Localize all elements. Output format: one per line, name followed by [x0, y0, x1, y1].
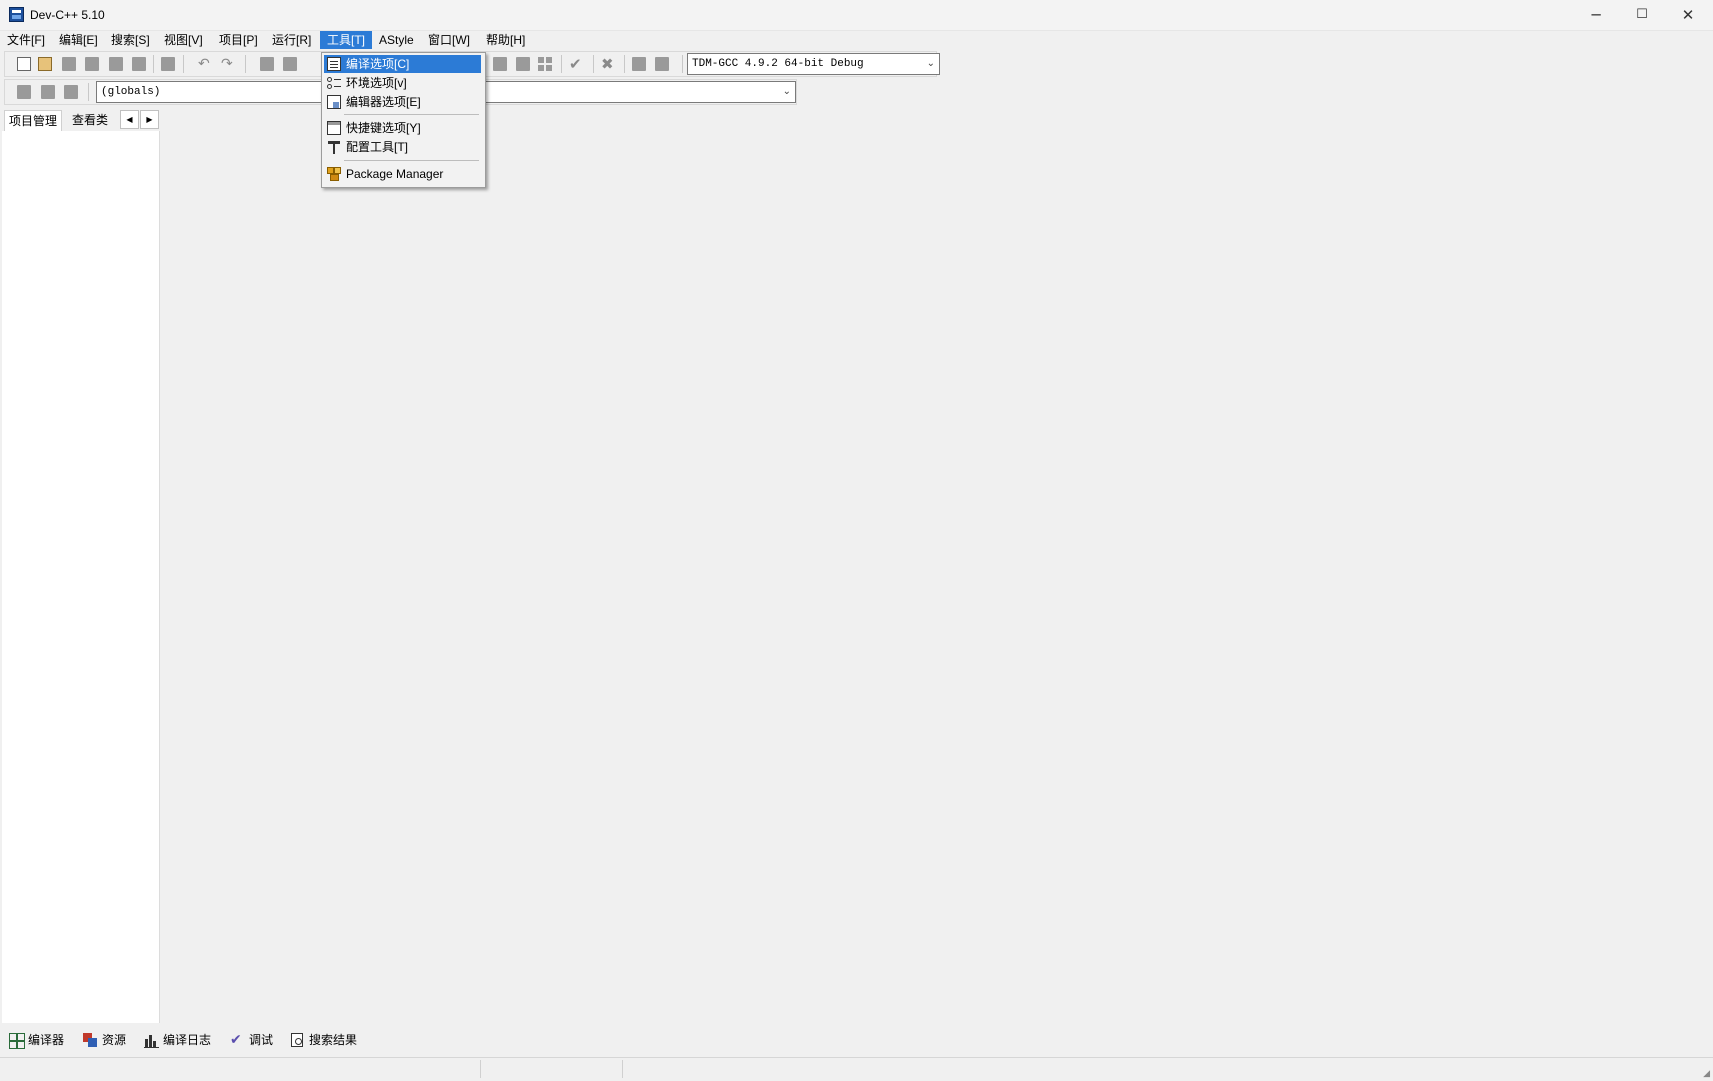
menu-bar: 文件[F] 编辑[E] 搜索[S] 视图[V] 项目[P] 运行[R] 工具[T…: [0, 30, 1713, 50]
menu-item-shortcut-options[interactable]: 快捷键选项[Y]: [324, 119, 481, 137]
tab-compiler[interactable]: 编译器: [6, 1030, 64, 1050]
chevron-down-icon: ⌄: [782, 86, 791, 97]
close-all-icon[interactable]: [132, 57, 146, 71]
open-file-icon[interactable]: [38, 57, 52, 71]
close-button[interactable]: ✕: [1665, 0, 1711, 30]
editor-area[interactable]: [160, 131, 1713, 1023]
shortcut-options-icon: [327, 121, 341, 135]
goto-bookmark-icon[interactable]: [64, 85, 78, 99]
print-icon[interactable]: [161, 57, 175, 71]
menu-project[interactable]: 项目[P]: [212, 31, 265, 49]
grid-icon[interactable]: [538, 57, 552, 71]
replace-icon[interactable]: [283, 57, 297, 71]
package-manager-icon: [327, 167, 341, 181]
new-file-icon[interactable]: [17, 57, 31, 71]
tab-scroll-left-icon[interactable]: ◀: [120, 110, 139, 129]
status-bar: ◢: [0, 1057, 1713, 1081]
find-icon[interactable]: [260, 57, 274, 71]
compile-log-chart-icon: [144, 1033, 159, 1048]
tab-project-manager[interactable]: 项目管理: [4, 110, 63, 131]
project-tree-panel[interactable]: [2, 131, 160, 1023]
chevron-down-icon: ⌄: [926, 58, 935, 69]
maximize-button[interactable]: ☐: [1619, 0, 1665, 30]
tab-search-results[interactable]: 搜索结果: [287, 1030, 357, 1050]
save-icon[interactable]: [62, 57, 76, 71]
editor-options-icon: [327, 95, 341, 109]
title-bar: Dev-C++ 5.10 ─ ☐ ✕: [0, 0, 1713, 31]
scope-select-value: (globals): [101, 86, 161, 98]
resources-icon: [83, 1033, 98, 1048]
minimize-button[interactable]: ─: [1573, 0, 1619, 30]
compiler-grid-icon: [9, 1033, 25, 1049]
rebuild-icon[interactable]: [516, 57, 530, 71]
left-panel-tabs: 项目管理 查看类 ◀ ▶: [0, 108, 160, 131]
tab-search-results-label: 搜索结果: [309, 1033, 358, 1047]
menu-search[interactable]: 搜索[S]: [104, 31, 157, 49]
menu-item-compiler-options[interactable]: 编译选项[C]: [324, 55, 481, 73]
window-title: Dev-C++ 5.10: [30, 8, 105, 22]
menu-edit[interactable]: 编辑[E]: [52, 31, 105, 49]
tab-scroll-right-icon[interactable]: ▶: [140, 110, 159, 129]
tab-resources-label: 资源: [102, 1033, 127, 1047]
devcpp-app-icon: [9, 7, 24, 22]
menu-window[interactable]: 窗口[W]: [421, 31, 477, 49]
search-results-icon: [290, 1033, 305, 1048]
insert-icon[interactable]: [17, 85, 31, 99]
compile-run-icon[interactable]: [493, 57, 507, 71]
tab-compile-log-label: 编译日志: [163, 1033, 212, 1047]
undo-icon[interactable]: ↶: [198, 57, 212, 71]
menu-run[interactable]: 运行[R]: [265, 31, 318, 49]
environment-options-icon: [327, 76, 341, 90]
tab-class-browser[interactable]: 查看类: [68, 110, 112, 130]
menu-tools[interactable]: 工具[T]: [320, 31, 372, 49]
close-file-icon[interactable]: [109, 57, 123, 71]
menu-item-configure-tools[interactable]: 配置工具[T]: [324, 138, 481, 156]
compiler-options-icon: [327, 57, 341, 71]
tab-compiler-label: 编译器: [28, 1033, 65, 1047]
tab-compile-log[interactable]: 编译日志: [141, 1030, 211, 1050]
hammer-icon: [327, 140, 341, 154]
resize-grip-icon[interactable]: ◢: [1703, 1069, 1710, 1079]
stop-icon[interactable]: ✖: [601, 57, 615, 72]
menu-view[interactable]: 视图[V]: [157, 31, 210, 49]
redo-icon[interactable]: ↷: [221, 57, 235, 71]
tab-resources[interactable]: 资源: [80, 1030, 126, 1050]
compiler-select[interactable]: TDM-GCC 4.9.2 64-bit Debug ⌄: [687, 53, 940, 75]
syntax-check-icon[interactable]: ✔: [569, 57, 583, 72]
debug-check-icon: ✔: [230, 1032, 242, 1048]
menu-astyle[interactable]: AStyle: [372, 31, 421, 49]
tab-debug[interactable]: ✔ 调试: [227, 1030, 273, 1050]
menu-item-editor-options[interactable]: 编辑器选项[E]: [324, 93, 481, 111]
tools-dropdown-menu: 编译选项[C] 环境选项[v] 编辑器选项[E] 快捷键选项[Y] 配置工具[T…: [321, 52, 486, 188]
menu-item-package-manager[interactable]: Package Manager: [324, 165, 481, 183]
compiler-select-value: TDM-GCC 4.9.2 64-bit Debug: [692, 58, 864, 70]
profile-icon[interactable]: [632, 57, 646, 71]
toggle-bookmark-icon[interactable]: [41, 85, 55, 99]
menu-item-environment-options[interactable]: 环境选项[v]: [324, 74, 481, 92]
menu-file[interactable]: 文件[F]: [0, 31, 52, 49]
bottom-tabs: 编译器 资源 编译日志 ✔ 调试 搜索结果: [0, 1028, 1713, 1052]
tab-debug-label: 调试: [249, 1033, 274, 1047]
profile-delete-icon[interactable]: [655, 57, 669, 71]
menu-help[interactable]: 帮助[H]: [479, 31, 532, 49]
save-all-icon[interactable]: [85, 57, 99, 71]
